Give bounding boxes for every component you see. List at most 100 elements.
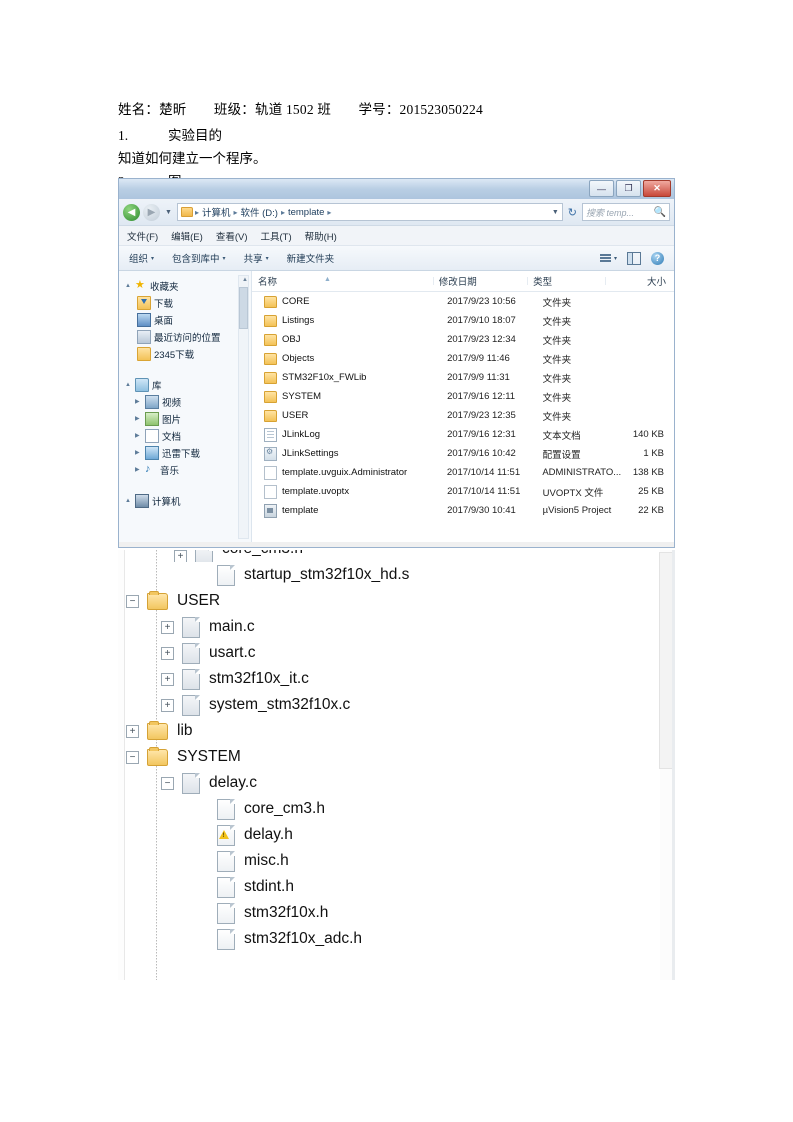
table-row[interactable]: SYSTEM 2017/9/16 12:11 文件夹 <box>252 387 674 406</box>
file-type-cell: 文本文档 <box>542 430 581 442</box>
minimize-button[interactable]: — <box>589 180 614 197</box>
nav-item-videos[interactable]: ▶ 视频 <box>123 393 251 410</box>
tree-item[interactable]: + usart.c <box>118 640 675 666</box>
table-row[interactable]: CORE 2017/9/23 10:56 文件夹 <box>252 292 674 311</box>
nav-group-computer[interactable]: ▲ 计算机 <box>123 492 251 509</box>
expand-toggle[interactable]: + <box>161 620 174 634</box>
include-in-library-button[interactable]: 包含到库中 ▾ <box>172 251 226 265</box>
file-name-label: template.uvguix.Administrator <box>282 467 408 478</box>
new-folder-button[interactable]: 新建文件夹 <box>287 251 335 265</box>
table-row[interactable]: template.uvguix.Administrator 2017/10/14 … <box>252 463 674 482</box>
search-icon: 🔍 <box>653 206 666 218</box>
nav-item-documents[interactable]: ▶ 文档 <box>123 427 251 444</box>
address-chevron-down-icon[interactable]: ▼ <box>552 209 559 216</box>
tree-item-label: stm32f10x_it.c <box>209 670 309 687</box>
nav-pane-scroll-thumb[interactable] <box>239 287 248 329</box>
breadcrumb-item-drive[interactable]: 软件 (D:) <box>239 205 278 219</box>
search-input[interactable]: 搜索 temp... 🔍 <box>582 203 670 221</box>
documents-icon <box>145 428 159 443</box>
file-icon <box>182 616 200 638</box>
menu-item-view[interactable]: 查看(V) <box>216 229 248 243</box>
help-icon[interactable]: ? <box>651 251 664 265</box>
explorer-body: ▲ ★ 收藏夹 下载 桌面 最近访问的位置 2345下载 ▲ 库 ▶ 视频 ▶ … <box>119 271 674 542</box>
tree-item[interactable]: + system_stm32f10x.c <box>118 692 675 718</box>
nav-group-favorites[interactable]: ▲ ★ 收藏夹 <box>123 277 251 294</box>
file-name-label: USER <box>282 410 309 421</box>
file-icon <box>217 928 235 950</box>
file-type-cell: 文件夹 <box>542 354 572 366</box>
table-row[interactable]: template.uvoptx 2017/10/14 11:51 UVOPTX 文件… <box>252 482 674 501</box>
column-header-date[interactable]: 修改日期 <box>432 274 527 288</box>
keil-project-tree-window: +core_cm3.hstartup_stm32f10x_hd.s−USER+m… <box>118 550 675 980</box>
file-type-cell: 文件夹 <box>542 373 572 385</box>
column-header-size[interactable]: 大小 <box>604 274 674 288</box>
tree-item[interactable]: + stm32f10x_it.c <box>118 666 675 692</box>
nav-item-2345-download[interactable]: 2345下载 <box>123 345 251 362</box>
blank-file-icon <box>264 465 277 480</box>
tree-item[interactable]: misc.h <box>118 848 675 874</box>
tree-item[interactable]: startup_stm32f10x_hd.s <box>118 562 675 588</box>
tree-item[interactable]: + main.c <box>118 614 675 640</box>
tree-item[interactable]: stm32f10x.h <box>118 900 675 926</box>
breadcrumb-item-template[interactable]: template <box>287 207 325 218</box>
nav-group-library[interactable]: ▲ 库 <box>123 376 251 393</box>
nav-item-music[interactable]: ▶ ♪ 音乐 <box>123 461 251 478</box>
breadcrumb-item-computer[interactable]: 计算机 <box>201 205 232 219</box>
folder-icon <box>264 333 277 346</box>
expand-toggle[interactable]: + <box>174 550 187 562</box>
tree-item[interactable]: delay.h <box>118 822 675 848</box>
share-button[interactable]: 共享 ▾ <box>244 251 269 265</box>
scroll-up-icon[interactable]: ▲ <box>242 277 248 283</box>
tree-item[interactable]: stm32f10x_adc.h <box>118 926 675 952</box>
table-row[interactable]: JLinkSettings 2017/9/16 10:42 配置设置 1 KB <box>252 444 674 463</box>
nav-item-thunder-download[interactable]: ▶ 迅雷下载 <box>123 444 251 461</box>
forward-icon[interactable]: ▶ <box>143 203 160 221</box>
collapse-toggle[interactable]: − <box>126 750 139 764</box>
tree-item-label: lib <box>177 722 193 739</box>
column-header-type[interactable]: 类型 <box>527 274 605 288</box>
expand-toggle[interactable]: + <box>161 672 174 686</box>
table-row[interactable]: OBJ 2017/9/23 12:34 文件夹 <box>252 330 674 349</box>
file-name-cell: STM32F10x_FWLib <box>252 371 441 384</box>
recent-pages-chevron-down-icon[interactable]: ▼ <box>163 209 174 216</box>
change-view-button[interactable]: ▾ <box>599 254 617 262</box>
table-row[interactable]: Objects 2017/9/9 11:46 文件夹 <box>252 349 674 368</box>
warning-triangle-icon <box>219 829 229 839</box>
close-button[interactable]: ✕ <box>643 180 671 197</box>
table-row[interactable]: STM32F10x_FWLib 2017/9/9 11:31 文件夹 <box>252 368 674 387</box>
column-header-name[interactable]: 名称 ▲ <box>252 274 433 288</box>
expand-toggle[interactable]: + <box>161 698 174 712</box>
organize-button[interactable]: 组织 ▾ <box>129 251 154 265</box>
tree-item[interactable]: − USER <box>118 588 675 614</box>
tree-item-clipped[interactable]: + core_cm3.h <box>118 550 675 562</box>
collapse-toggle[interactable]: − <box>126 594 139 608</box>
table-row[interactable]: template 2017/9/30 10:41 µVision5 Project 2… <box>252 501 674 520</box>
tree-item[interactable]: − delay.c <box>118 770 675 796</box>
nav-item-downloads[interactable]: 下载 <box>123 294 251 311</box>
tree-item[interactable]: core_cm3.h <box>118 796 675 822</box>
file-type-cell: ADMINISTRATO... <box>542 467 622 478</box>
menu-item-tools[interactable]: 工具(T) <box>260 229 291 243</box>
file-name-cell: OBJ <box>252 333 441 346</box>
menu-item-edit[interactable]: 编辑(E) <box>171 229 203 243</box>
preview-pane-icon[interactable] <box>627 251 641 265</box>
menu-item-file[interactable]: 文件(F) <box>127 229 158 243</box>
collapse-toggle[interactable]: − <box>161 776 174 790</box>
nav-item-pictures[interactable]: ▶ 图片 <box>123 410 251 427</box>
tree-item[interactable]: stdint.h <box>118 874 675 900</box>
table-row[interactable]: JLinkLog 2017/9/16 12:31 文本文档 140 KB <box>252 425 674 444</box>
nav-item-recent-places[interactable]: 最近访问的位置 <box>123 328 251 345</box>
refresh-icon[interactable]: ↻ <box>566 206 579 219</box>
expand-toggle[interactable]: + <box>126 724 139 738</box>
address-bar[interactable]: ▸ 计算机 ▸ 软件 (D:) ▸ template ▸ ▼ <box>176 203 563 221</box>
tree-item[interactable]: + lib <box>118 718 675 744</box>
file-size-cell: 138 KB <box>632 467 664 478</box>
nav-item-desktop[interactable]: 桌面 <box>123 311 251 328</box>
table-row[interactable]: Listings 2017/9/10 18:07 文件夹 <box>252 311 674 330</box>
tree-item[interactable]: − SYSTEM <box>118 744 675 770</box>
expand-toggle[interactable]: + <box>161 646 174 660</box>
maximize-button[interactable]: ❐ <box>616 180 641 197</box>
menu-item-help[interactable]: 帮助(H) <box>305 229 337 243</box>
table-row[interactable]: USER 2017/9/23 12:35 文件夹 <box>252 406 674 425</box>
back-icon[interactable]: ◀ <box>123 203 140 221</box>
